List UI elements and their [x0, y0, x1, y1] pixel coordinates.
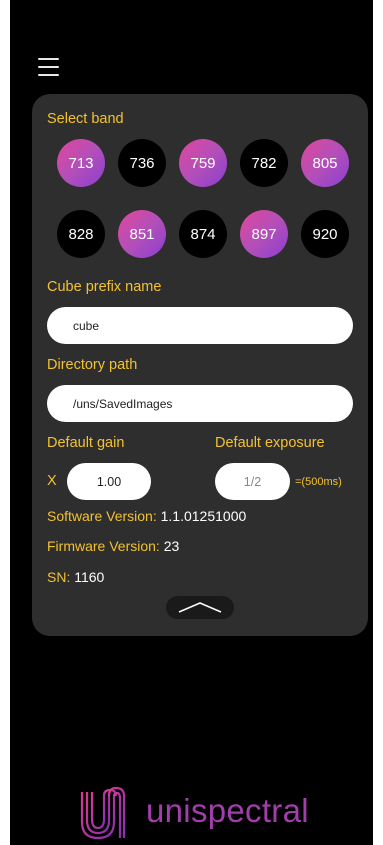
firmware-version: Firmware Version: 23	[47, 538, 179, 554]
software-version-label: Software Version:	[47, 508, 157, 524]
exposure-input[interactable]: 1/2	[215, 463, 290, 500]
band-value: 736	[129, 154, 155, 172]
gain-prefix: X	[47, 473, 57, 489]
band-828-button[interactable]: 828	[57, 210, 105, 258]
firmware-version-value: 23	[163, 538, 180, 554]
band-value: 805	[312, 154, 338, 172]
band-value: 851	[129, 225, 155, 243]
exposure-ms-text: =(500ms)	[295, 476, 342, 488]
gain-value: 1.00	[96, 474, 122, 489]
band-value: 920	[312, 225, 338, 243]
band-851-button[interactable]: 851	[118, 210, 166, 258]
chevron-up-icon	[178, 602, 222, 613]
band-874-button[interactable]: 874	[179, 210, 227, 258]
serial-number-value: 1160	[74, 569, 105, 585]
directory-path-label: Directory path	[47, 357, 138, 373]
cube-prefix-label: Cube prefix name	[47, 279, 162, 295]
brand-name: unispectral	[146, 792, 309, 829]
band-713-button[interactable]: 713	[57, 139, 105, 187]
serial-number: SN: 1160	[47, 569, 104, 585]
firmware-version-label: Firmware Version:	[47, 538, 160, 554]
band-805-button[interactable]: 805	[301, 139, 349, 187]
select-band-label: Select band	[47, 111, 124, 127]
band-value: 782	[251, 154, 277, 172]
software-version: Software Version: 1.1.01251000	[47, 508, 246, 524]
band-value: 874	[190, 225, 216, 243]
band-value: 828	[68, 225, 94, 243]
collapse-panel-button[interactable]	[166, 596, 234, 619]
cube-prefix-value: cube	[73, 318, 100, 333]
default-gain-label: Default gain	[47, 435, 125, 451]
band-759-button[interactable]: 759	[179, 139, 227, 187]
band-value: 897	[251, 225, 277, 243]
software-version-value: 1.1.01251000	[160, 508, 247, 524]
cube-prefix-input[interactable]: cube	[47, 307, 353, 344]
gain-input[interactable]: 1.00	[67, 463, 151, 500]
directory-path-input[interactable]: /uns/SavedImages	[47, 385, 353, 422]
band-897-button[interactable]: 897	[240, 210, 288, 258]
band-782-button[interactable]: 782	[240, 139, 288, 187]
band-920-button[interactable]: 920	[301, 210, 349, 258]
default-exposure-label: Default exposure	[215, 435, 325, 451]
serial-number-label: SN:	[47, 569, 71, 585]
hamburger-menu-icon[interactable]	[38, 57, 59, 77]
band-value: 713	[68, 154, 94, 172]
directory-path-value: /uns/SavedImages	[73, 396, 173, 411]
band-value: 759	[190, 154, 216, 172]
band-736-button[interactable]: 736	[118, 139, 166, 187]
exposure-value: 1/2	[243, 474, 262, 489]
